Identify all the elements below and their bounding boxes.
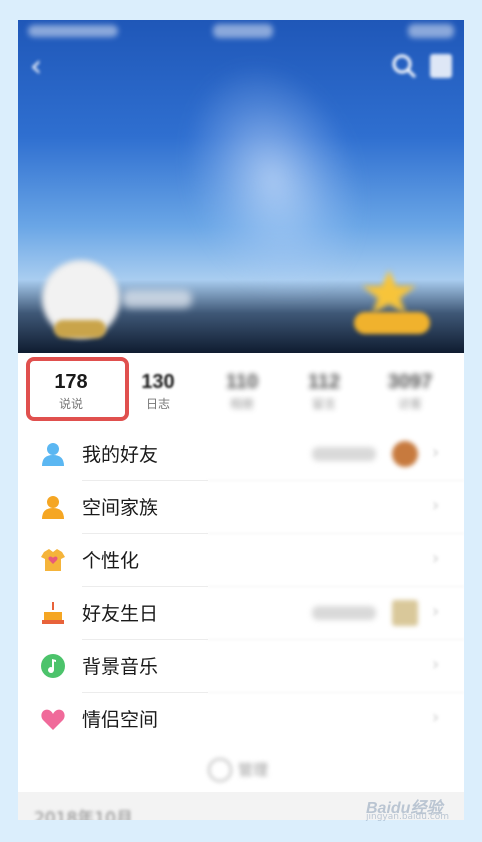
chevron-right-icon: › (432, 548, 440, 569)
chevron-right-icon: › (432, 495, 440, 516)
stat-label: 留言 (311, 397, 336, 411)
cover-header: ‹ (18, 20, 464, 353)
more-menu-icon[interactable] (428, 52, 454, 80)
friend-avatar (392, 441, 418, 467)
back-icon[interactable]: ‹ (30, 52, 54, 82)
birthday-info-redacted (312, 606, 376, 620)
stat-value: 112 (307, 371, 341, 393)
friends-icon (42, 443, 64, 466)
stat-messages[interactable]: 112 留言 (284, 353, 364, 427)
menu-item-label: 个性化 (82, 550, 140, 572)
stat-value: 130 (141, 371, 175, 393)
menu-item-label: 我的好友 (82, 444, 159, 466)
chevron-right-icon: › (432, 707, 440, 728)
menu-item-label: 背景音乐 (82, 656, 159, 678)
highlight-box (26, 357, 129, 421)
status-time (213, 24, 273, 38)
menu-item-label: 空间家族 (82, 497, 159, 519)
music-icon (41, 654, 65, 678)
feature-menu: 我的好友 › 空间家族 › 个性化 › 好友生日 › 背景音乐 › 情侣空间 › (18, 428, 464, 746)
friends-info-redacted (312, 447, 376, 461)
manage-button[interactable]: 管理 (18, 750, 464, 790)
menu-item-family[interactable]: 空间家族 › (18, 481, 464, 534)
chevron-right-icon: › (432, 654, 440, 675)
username-redacted (122, 290, 192, 308)
menu-item-birthday[interactable]: 好友生日 › (18, 587, 464, 640)
phone-screen: ‹ 178 说说 130 日志 110 相册 112 留言 3097 访客 我的… (18, 20, 464, 820)
date-header-text: 2018年10月 (34, 809, 133, 820)
menu-item-label: 好友生日 (82, 603, 159, 625)
stat-value: 110 (225, 371, 259, 393)
level-badge (54, 320, 106, 338)
birthday-cake-icon (42, 602, 64, 624)
menu-item-music[interactable]: 背景音乐 › (18, 640, 464, 693)
menu-item-friends[interactable]: 我的好友 › (18, 428, 464, 481)
vip-badge[interactable] (354, 312, 430, 334)
stat-album[interactable]: 110 相册 (202, 353, 282, 427)
search-icon[interactable] (390, 52, 418, 80)
status-bar (18, 20, 464, 42)
chevron-right-icon: › (432, 601, 440, 622)
birthday-thumbnail (392, 600, 418, 626)
family-icon (42, 496, 64, 519)
menu-item-couple[interactable]: 情侣空间 › (18, 693, 464, 746)
manage-icon (208, 758, 232, 782)
status-battery (408, 24, 454, 38)
chevron-right-icon: › (432, 442, 440, 463)
cover-milky-way (155, 39, 391, 321)
stat-label: 访客 (397, 397, 422, 411)
watermark-url: jingyan.baidu.com (366, 812, 450, 822)
menu-item-personalize[interactable]: 个性化 › (18, 534, 464, 587)
manage-label: 管理 (238, 761, 269, 779)
stat-value: 3097 (387, 371, 433, 393)
stat-label: 相册 (229, 397, 254, 411)
vip-crown-icon[interactable] (358, 268, 420, 316)
personalize-icon (41, 549, 65, 571)
heart-icon (41, 709, 65, 730)
menu-item-label: 情侣空间 (82, 709, 159, 731)
baidu-jingyan-watermark: Baidu经验 jingyan.baidu.com (362, 792, 452, 826)
stat-label: 日志 (145, 397, 170, 411)
stat-visitors[interactable]: 3097 访客 (370, 353, 450, 427)
status-carrier (28, 25, 118, 37)
stat-blog[interactable]: 130 日志 (118, 353, 198, 427)
